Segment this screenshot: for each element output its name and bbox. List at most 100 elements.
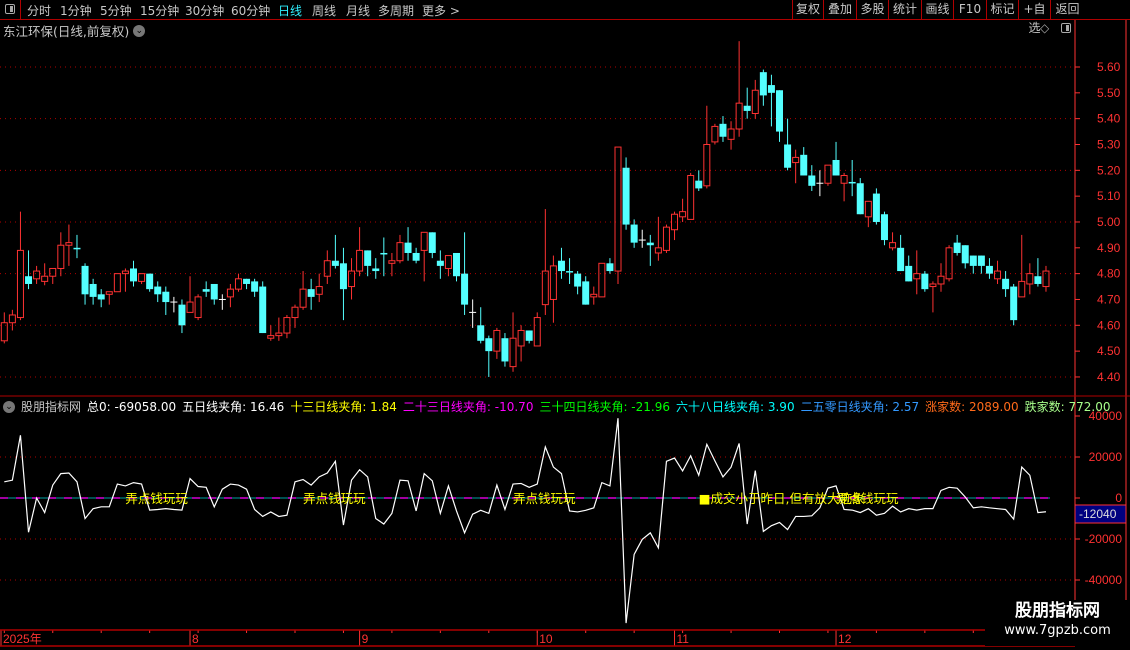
- candle-body: [420, 231, 428, 251]
- toolbar-button[interactable]: 多股: [856, 0, 888, 19]
- candle-body: [889, 242, 897, 249]
- candle-body: [1034, 276, 1042, 284]
- candle: [533, 312, 541, 347]
- candle: [420, 231, 428, 282]
- candle-body: [89, 283, 97, 297]
- candle-body: [897, 247, 905, 272]
- candle: [404, 227, 412, 261]
- candle-body: [622, 167, 630, 225]
- candle-body: [751, 89, 759, 114]
- candle: [453, 252, 460, 282]
- candle: [469, 299, 477, 328]
- candle: [493, 327, 501, 359]
- chart-area[interactable]: 5.60 5.50 5.40 5.30 5.20 5.10 5.00 4.90 4.80 4.70…: [0, 0, 1130, 650]
- y-tick-label: 0: [1115, 491, 1122, 505]
- toolbar-button[interactable]: 返回: [1050, 0, 1084, 19]
- candle: [695, 170, 703, 191]
- candle-body: [792, 156, 800, 164]
- candle: [816, 170, 824, 197]
- candle: [856, 178, 864, 215]
- period-tab[interactable]: 日线: [278, 2, 302, 19]
- period-tab[interactable]: 30分钟: [185, 2, 224, 19]
- indicator-axis: 40000200000-20000-40000-12040: [1074, 409, 1127, 587]
- candle: [89, 278, 97, 305]
- period-tab[interactable]: 更多 >: [422, 2, 460, 19]
- candle-body: [33, 270, 41, 280]
- x-tick-label: 9: [362, 632, 369, 646]
- candle-body: [662, 226, 670, 251]
- candle-body: [937, 275, 945, 285]
- candle: [743, 87, 751, 119]
- candle: [687, 172, 695, 220]
- candle-body: [388, 260, 396, 264]
- watermark-logo: 股朋指标网 www.7gpzb.com: [985, 600, 1130, 646]
- candle: [331, 234, 339, 269]
- candle: [162, 286, 170, 315]
- period-tab[interactable]: 多周期: [378, 2, 414, 19]
- candle-body: [549, 265, 557, 300]
- candle: [275, 317, 283, 341]
- candle-body: [1002, 278, 1010, 290]
- candle-body: [81, 265, 89, 295]
- candle-body: [283, 317, 291, 334]
- period-tab[interactable]: 60分钟: [231, 2, 270, 19]
- toolbar-button[interactable]: 叠加: [823, 0, 856, 19]
- candle-body: [905, 265, 913, 282]
- toolbar-button[interactable]: 统计: [888, 0, 921, 19]
- candle-body: [162, 291, 170, 303]
- panel-toggle-icon[interactable]: [1061, 23, 1071, 33]
- candle-body: [121, 270, 129, 275]
- chevron-down-icon[interactable]: ⌄: [133, 24, 146, 37]
- period-tab[interactable]: 5分钟: [100, 2, 132, 19]
- candle: [113, 273, 121, 293]
- candle: [1034, 258, 1042, 287]
- candle: [630, 219, 638, 248]
- toolbar-button[interactable]: +自选: [1018, 0, 1050, 35]
- candle: [880, 211, 888, 246]
- toolbar-button[interactable]: 标记: [986, 0, 1018, 19]
- candle-body: [695, 180, 703, 189]
- candle-body: [687, 174, 695, 220]
- candle: [662, 224, 670, 253]
- indicator-legend-item: 三十四日线夹角: -21.96: [539, 400, 670, 414]
- candle-body: [800, 154, 808, 176]
- candle: [784, 118, 792, 171]
- candle-body: [113, 273, 121, 293]
- candle-body: [1026, 273, 1034, 285]
- candle-body: [590, 293, 598, 298]
- toolbar-button[interactable]: 画线: [921, 0, 953, 19]
- candle-body: [73, 247, 81, 250]
- candle-body: [49, 267, 57, 277]
- candle-body: [808, 175, 816, 186]
- signal-label: 弄点钱玩玩: [836, 491, 899, 506]
- chart-title-row: 东江环保(日线,前复权) ⌄: [3, 21, 146, 40]
- period-tab[interactable]: 15分钟: [140, 2, 179, 19]
- chevron-down-icon[interactable]: ⌄: [3, 400, 15, 413]
- diamond-icon[interactable]: ◇: [1040, 21, 1049, 35]
- candle-body: [582, 281, 590, 305]
- period-tab[interactable]: 1分钟: [60, 2, 92, 19]
- candle: [307, 278, 315, 310]
- indicator-legend: ⌄ 股朋指标网 总0: -69058.00 五日线夹角: 16.46 十三日线夹角: …: [3, 398, 1111, 415]
- candle-body: [985, 265, 993, 274]
- layout-toggle-button[interactable]: [0, 0, 21, 19]
- indicator-legend-item: 五日线夹角: 16.46: [182, 400, 285, 414]
- toolbar-button[interactable]: 复权: [792, 0, 823, 19]
- candle: [194, 294, 202, 321]
- period-tab[interactable]: 月线: [346, 2, 370, 19]
- x-tick-label: 12: [838, 632, 852, 646]
- toolbar-button[interactable]: F10: [953, 0, 986, 19]
- candle-body: [444, 255, 452, 269]
- candle: [582, 276, 590, 305]
- candle-body: [832, 159, 840, 176]
- candle: [897, 234, 905, 272]
- indicator-legend-item: 二十三日线夹角: -10.70: [402, 400, 534, 414]
- candle-body: [299, 288, 307, 308]
- candle: [905, 255, 913, 282]
- candle: [323, 250, 331, 284]
- x-tick-label: 2025年: [3, 632, 42, 646]
- candle-body: [711, 125, 719, 143]
- period-tab[interactable]: 周线: [312, 2, 336, 19]
- y-tick-label: 5.40: [1097, 112, 1121, 126]
- period-tab[interactable]: 分时: [27, 2, 51, 19]
